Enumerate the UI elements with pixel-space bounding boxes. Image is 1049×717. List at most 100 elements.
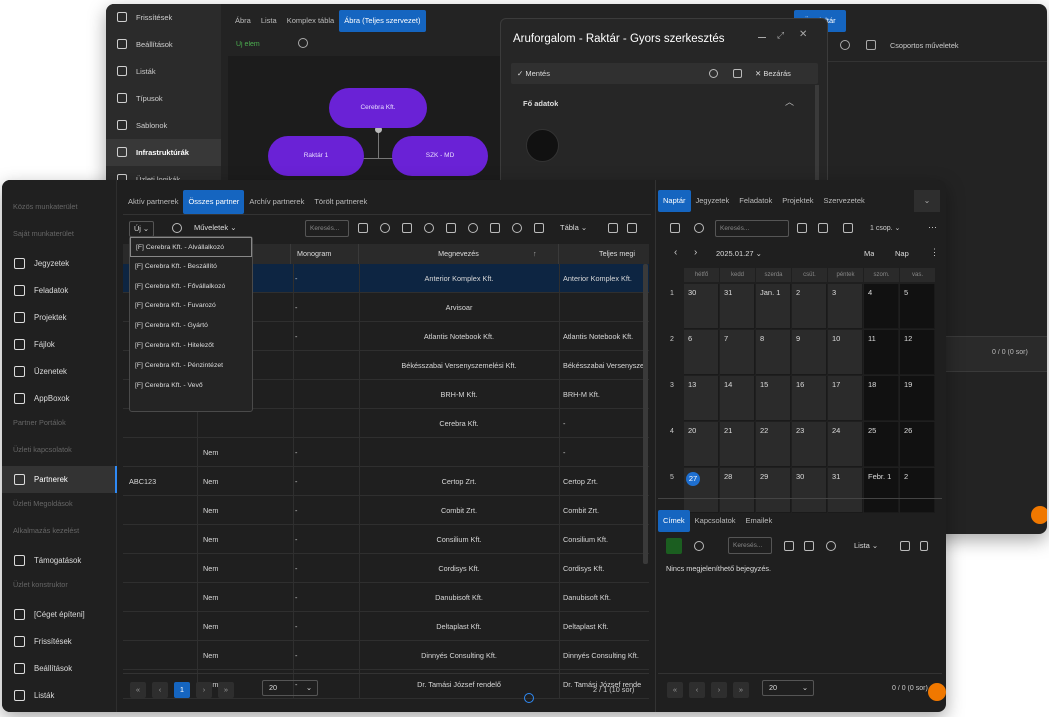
column-header-name[interactable]: Megnevezés [359,244,559,264]
today-button[interactable]: Ma [864,249,874,258]
sidebar-item-feladatok[interactable]: Feladatok [2,277,117,304]
avatar[interactable] [526,129,559,162]
calendar-day[interactable]: 28 [720,468,755,513]
back-tab-komplex-tabla[interactable]: Komplex tábla [282,10,340,32]
table-row[interactable]: Nem - Combit Zrt. Combit Zrt. [123,496,649,525]
info-icon[interactable] [709,69,718,78]
sidebar-item-jegyzetek[interactable]: Jegyzetek [2,250,117,277]
back-refresh-icon-2[interactable] [840,40,850,50]
table-row[interactable]: Nem - Dinnyés Consulting Kft. Dinnyés Consu… [123,641,649,670]
view-more-icon[interactable]: ⋮ [930,247,939,258]
calendar-day[interactable]: 8 [756,330,791,375]
dropdown-item-4[interactable]: [F] Cerebra Kft. - Fuvarozó [130,296,252,316]
new-button[interactable]: Új ⌄ [129,221,155,237]
next-page-icon[interactable]: › [196,682,212,698]
bottom-tab-cimek[interactable]: Címek [658,510,690,532]
sort-asc-icon[interactable]: ↑ [533,244,537,264]
back-sidebar-item-sablonok[interactable]: Sablonok [106,112,221,139]
tab-torolt-partnerek[interactable]: Törölt partnerek [309,190,372,214]
filter-clear-icon[interactable] [627,223,637,233]
calendar-day[interactable]: 27 [684,468,719,513]
back-sidebar-item-infrastrukturak[interactable]: Infrastruktúrák [106,139,221,166]
more-tabs-icon[interactable]: ⌄ [914,190,940,212]
archive-icon[interactable] [534,223,544,233]
table-row[interactable]: Nem - Danubisoft Kft. Danubisoft Kft. [123,583,649,612]
tab-aktiv-partnerek[interactable]: Aktív partnerek [123,190,183,214]
close-icon[interactable]: ✕ [799,29,807,40]
calendar-day[interactable]: 3 [828,284,863,329]
bottom-page-size-select[interactable]: 20 ⌄ [762,680,814,696]
calendar-day[interactable]: 16 [792,376,827,421]
address-clear-icon[interactable] [920,541,928,551]
sidebar-item-uzenetek[interactable]: Üzenetek [2,358,117,385]
refresh-icon[interactable] [172,223,182,233]
calendar-day[interactable]: 29 [756,468,791,513]
cal-search-input[interactable]: Keresés... [715,220,789,237]
right-tab-jegyzetek[interactable]: Jegyzetek [691,190,735,212]
bottom-tab-kapcsolatok[interactable]: Kapcsolatok [690,510,741,532]
sidebar-item-beallitasok[interactable]: Beállítások [2,655,117,682]
back-refresh-icon[interactable] [298,38,308,48]
calendar-day[interactable]: 25 [864,422,899,467]
export-icon[interactable] [490,223,500,233]
address-hide-icon[interactable] [826,541,836,551]
minimize-icon[interactable] [758,37,766,39]
copy-icon[interactable] [446,223,456,233]
cal-new-icon[interactable] [670,223,680,233]
cal-export-icon[interactable] [818,223,828,233]
table-row[interactable]: Nem - Cordisys Kft. Cordisys Kft. [123,554,649,583]
sidebar-item-frissitesek[interactable]: Frissítések [2,628,117,655]
cal-refresh-icon[interactable] [694,223,704,233]
dropdown-item-6[interactable]: [F] Cerebra Kft. - Hitelezőt [130,336,252,356]
right-tab-szervezetek[interactable]: Szervezetek [819,190,870,212]
calendar-day[interactable]: 7 [720,330,755,375]
sidebar-item-fajlok[interactable]: Fájlok [2,331,117,358]
calendar-day[interactable]: 20 [684,422,719,467]
address-view-select[interactable]: Lista ⌄ [854,541,878,550]
calendar-day[interactable]: Febr. 1 [864,468,899,513]
dropdown-item-7[interactable]: [F] Cerebra Kft. - Pénzintézet [130,356,252,376]
dropdown-item-8[interactable]: [F] Cerebra Kft. - Vevő [130,376,252,396]
prev-page-icon[interactable]: ‹ [152,682,168,698]
dropdown-item-3[interactable]: [F] Cerebra Kft. - Fővállalkozó [130,277,252,297]
calendar-day[interactable]: 31 [720,284,755,329]
filter-icon[interactable] [358,223,368,233]
cancel-button[interactable]: ✕ Bezárás [755,69,791,78]
back-help-icon[interactable] [1031,506,1047,524]
back-view-icon[interactable] [866,40,876,50]
right-tab-projektek[interactable]: Projektek [777,190,818,212]
add-address-button[interactable] [666,538,682,554]
date-picker[interactable]: 2025.01.27 ⌄ [716,249,762,258]
table-scrollbar[interactable] [643,264,648,564]
back-tab-abra[interactable]: Ábra [230,10,256,32]
expand-icon[interactable]: ⤢ [777,30,784,41]
calendar-day[interactable]: 18 [864,376,899,421]
view-select[interactable]: Tábla ⌄ [560,223,587,232]
calendar-day[interactable]: 14 [720,376,755,421]
prev-icon[interactable]: ‹ [674,247,677,258]
day-view-button[interactable]: Nap [895,249,909,258]
sidebar-item-ceget-epiteni[interactable]: [Céget építeni] [2,601,117,628]
save-button[interactable]: ✓ Mentés [517,69,550,78]
diagram-node-right[interactable]: SZK - MD [392,136,488,176]
help-icon[interactable] [928,683,946,701]
calendar-day[interactable]: 9 [792,330,827,375]
cal-more-icon[interactable]: ⋯ [928,222,937,233]
import-icon[interactable] [468,223,478,233]
calendar-day[interactable]: 4 [864,284,899,329]
table-row[interactable]: Nem - Deltaplast Kft. Deltaplast Kft. [123,612,649,641]
calendar-day[interactable]: 23 [792,422,827,467]
table-row[interactable]: Nem - - [123,438,649,467]
calendar-day[interactable]: 12 [900,330,935,375]
back-sidebar-item-frissitesek[interactable]: Frissítések [106,4,221,31]
page-size-select[interactable]: 20 ⌄ [262,680,318,696]
prev-page-icon[interactable]: ‹ [689,682,705,698]
calendar-day[interactable]: 2 [792,284,827,329]
calendar-day[interactable]: 30 [684,284,719,329]
calendar-day[interactable]: 19 [900,376,935,421]
edit-columns-icon[interactable] [608,223,618,233]
tab-osszes-partner[interactable]: Összes partner [183,190,245,214]
address-filter-icon[interactable] [784,541,794,551]
cal-delete-icon[interactable] [843,223,853,233]
back-add-label[interactable]: Új elem [236,41,260,48]
